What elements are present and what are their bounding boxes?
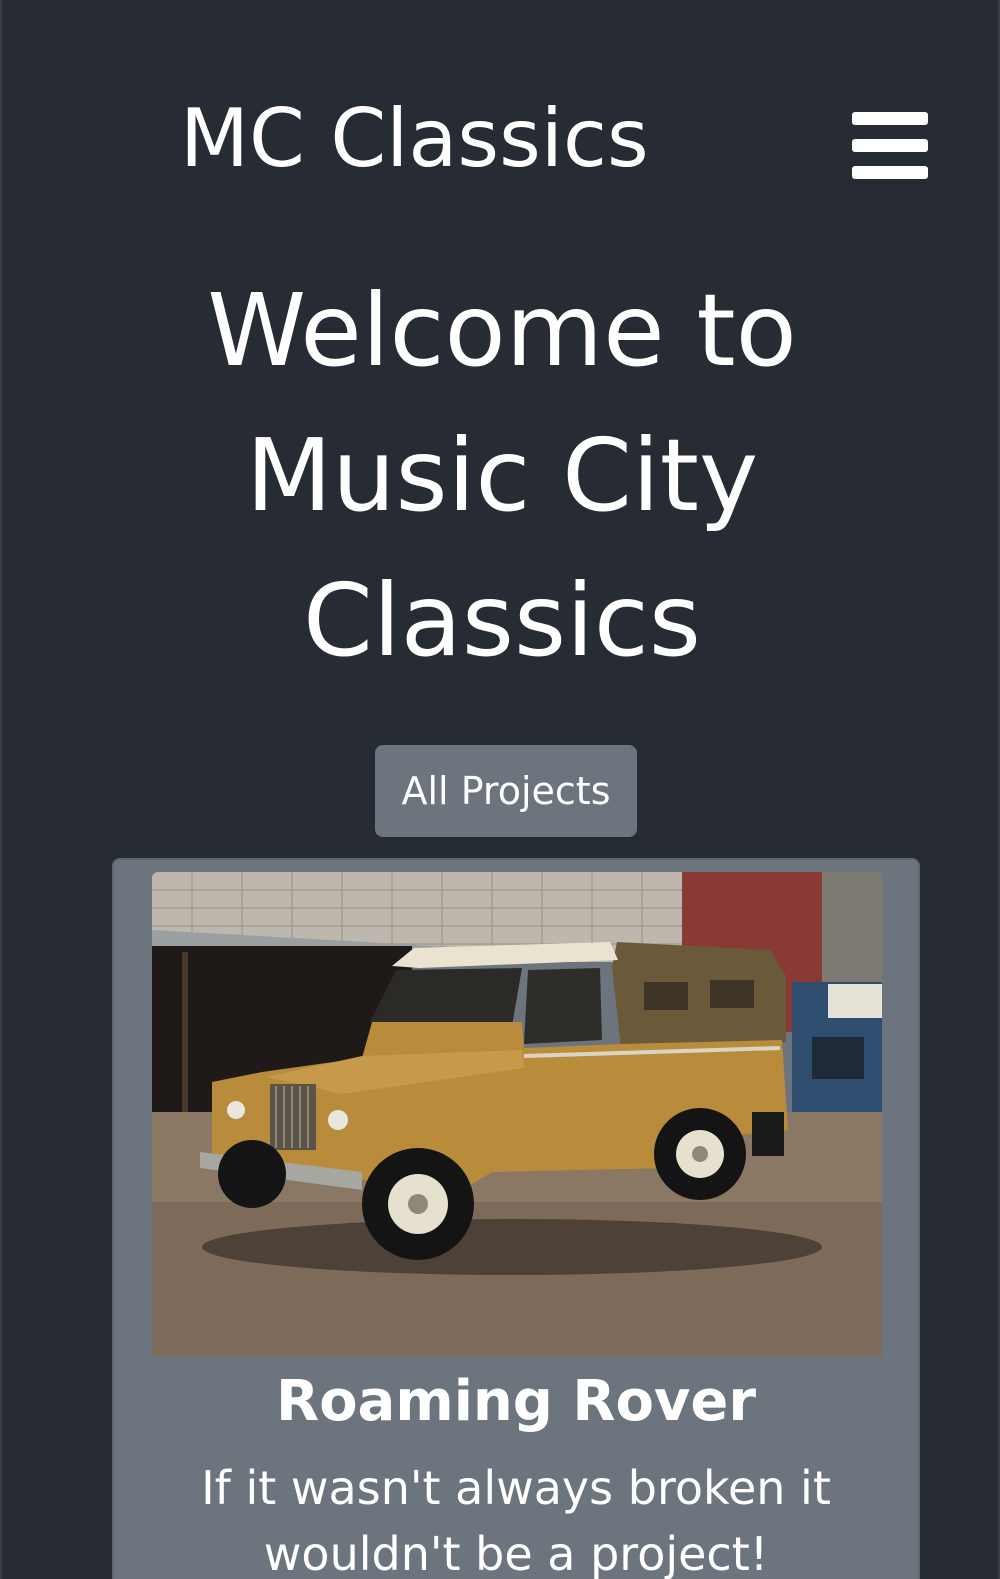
- page-title: Welcome to Music City Classics: [207, 272, 797, 679]
- card-text: If it wasn't always broken it wouldn't b…: [201, 1461, 831, 1579]
- card-title: Roaming Rover: [275, 1369, 757, 1434]
- menu-bar-top: [852, 112, 928, 125]
- brand-logo-link[interactable]: MC Classics: [180, 95, 649, 183]
- page: MC Classics Welcome to Music City Classi…: [0, 0, 1000, 1579]
- project-card[interactable]: Roaming Rover If it wasn't always broken…: [112, 858, 920, 1579]
- all-projects-button[interactable]: All Projects: [375, 745, 637, 837]
- land-rover-photo: [152, 872, 882, 1356]
- project-image[interactable]: [152, 872, 882, 1356]
- menu-bar-bottom: [852, 166, 928, 179]
- hamburger-menu-icon[interactable]: [852, 112, 928, 180]
- menu-bar-middle: [852, 139, 928, 152]
- navbar: MC Classics: [2, 0, 998, 250]
